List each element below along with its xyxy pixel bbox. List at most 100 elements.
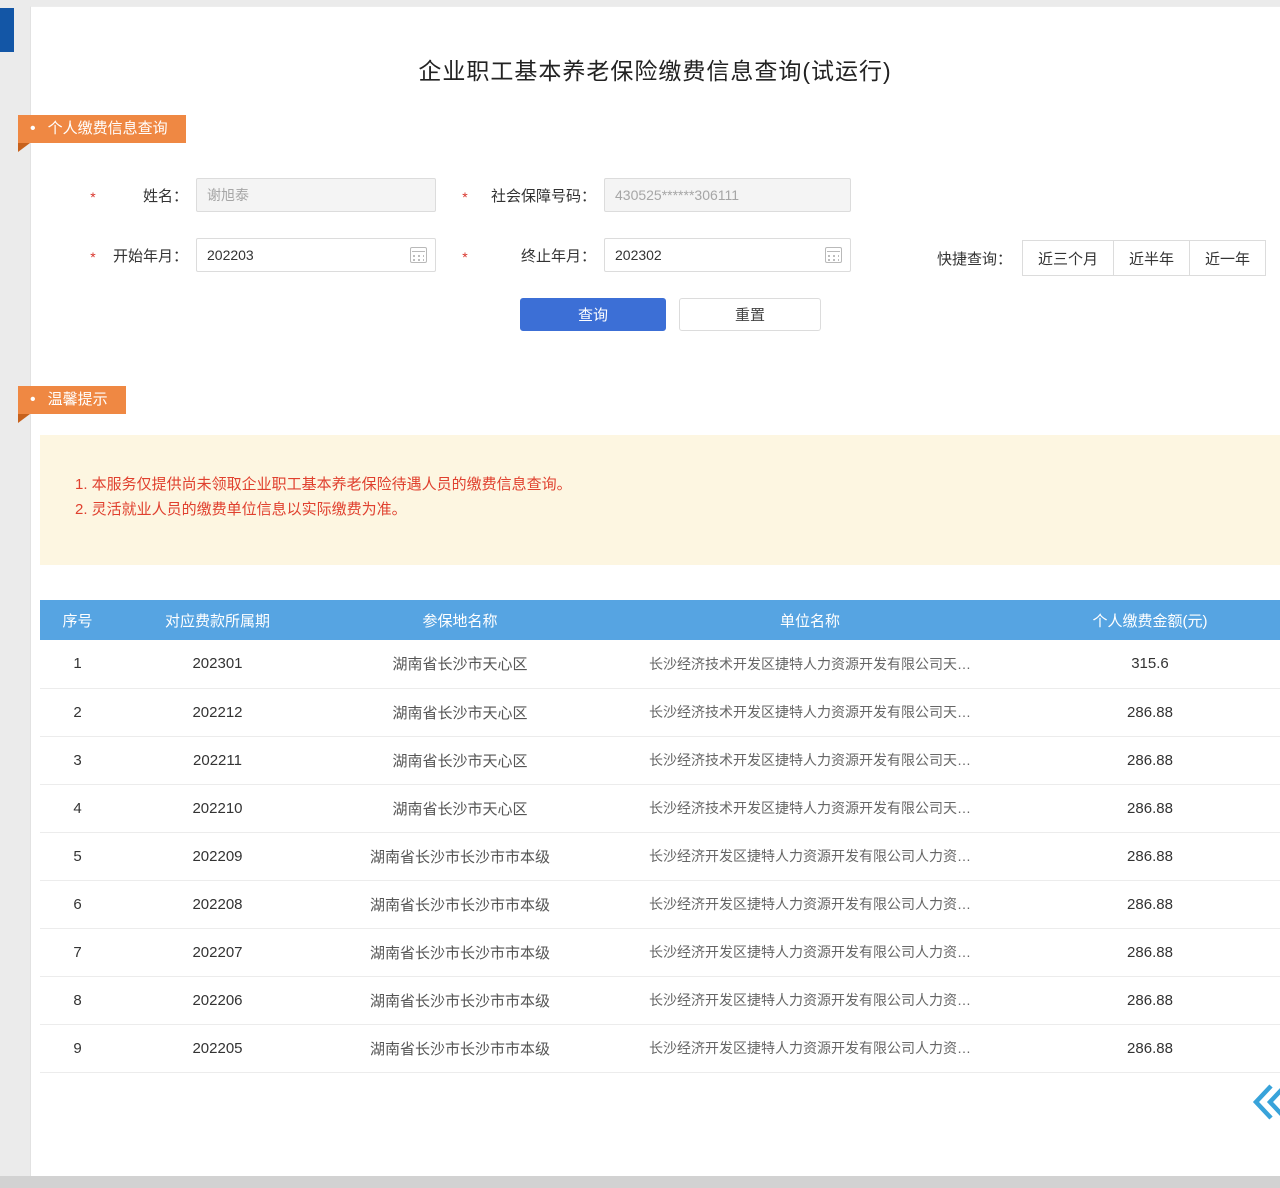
cell-seq: 2	[40, 688, 115, 736]
cell-seq: 3	[40, 736, 115, 784]
ssn-input	[604, 178, 851, 212]
cell-period: 202206	[115, 976, 320, 1024]
table-row: 8 202206 湖南省长沙市长沙市市本级 长沙经济开发区捷特人力资源开发有限公…	[40, 976, 1280, 1024]
table-row: 1 202301 湖南省长沙市天心区 长沙经济技术开发区捷特人力资源开发有限公司…	[40, 640, 1280, 688]
cell-seq: 4	[40, 784, 115, 832]
cell-seq: 8	[40, 976, 115, 1024]
cell-seq: 6	[40, 880, 115, 928]
table-row: 2 202212 湖南省长沙市天心区 长沙经济技术开发区捷特人力资源开发有限公司…	[40, 688, 1280, 736]
bullet-icon: •	[30, 386, 36, 414]
start-month-label: 开始年月：	[100, 245, 196, 266]
cell-amount: 286.88	[1020, 976, 1280, 1024]
ribbon-fold	[18, 143, 30, 152]
header-period: 对应费款所属期	[115, 600, 320, 640]
cell-amount: 286.88	[1020, 736, 1280, 784]
header-company: 单位名称	[600, 600, 1020, 640]
cell-amount: 286.88	[1020, 688, 1280, 736]
query-button[interactable]: 查询	[520, 298, 666, 331]
ribbon-fold	[18, 414, 30, 423]
header-area: 参保地名称	[320, 600, 600, 640]
end-month-label: 终止年月：	[472, 245, 604, 266]
cell-company: 长沙经济开发区捷特人力资源开发有限公司人力资…	[600, 1024, 1020, 1072]
cell-seq: 7	[40, 928, 115, 976]
cell-area: 湖南省长沙市天心区	[320, 784, 600, 832]
cell-amount: 315.6	[1020, 640, 1280, 688]
sidebar-collapsed-tab[interactable]	[0, 8, 14, 52]
cell-area: 湖南省长沙市长沙市市本级	[320, 832, 600, 880]
cell-seq: 1	[40, 640, 115, 688]
required-marker: *	[86, 189, 100, 205]
cell-period: 202208	[115, 880, 320, 928]
section-badge-personal-query: • 个人缴费信息查询	[18, 115, 186, 143]
name-field-group: * 姓名：	[86, 178, 436, 212]
calendar-icon[interactable]	[825, 247, 842, 263]
tips-line-1: 1. 本服务仅提供尚未领取企业职工基本养老保险待遇人员的缴费信息查询。	[75, 472, 1260, 497]
table-row: 7 202207 湖南省长沙市长沙市市本级 长沙经济开发区捷特人力资源开发有限公…	[40, 928, 1280, 976]
bottom-band	[0, 1176, 1280, 1188]
end-month-field-group: * 终止年月：	[458, 238, 851, 272]
cell-amount: 286.88	[1020, 832, 1280, 880]
results-table-wrapper: 序号 对应费款所属期 参保地名称 单位名称 个人缴费金额(元) 1 202301…	[40, 600, 1280, 1073]
tips-box: 1. 本服务仅提供尚未领取企业职工基本养老保险待遇人员的缴费信息查询。 2. 灵…	[40, 435, 1280, 565]
cell-company: 长沙经济开发区捷特人力资源开发有限公司人力资…	[600, 832, 1020, 880]
calendar-icon[interactable]	[410, 247, 427, 263]
form-actions: 查询 重置	[520, 298, 821, 331]
cell-period: 202207	[115, 928, 320, 976]
section-badge-label: 温馨提示	[48, 386, 108, 414]
collapse-chevron-icon[interactable]	[1251, 1082, 1280, 1122]
section-badge-label: 个人缴费信息查询	[48, 115, 168, 143]
cell-company: 长沙经济技术开发区捷特人力资源开发有限公司天…	[600, 736, 1020, 784]
name-input	[196, 178, 436, 212]
bullet-icon: •	[30, 115, 36, 143]
section-badge-tips: • 温馨提示	[18, 386, 126, 414]
cell-company: 长沙经济开发区捷特人力资源开发有限公司人力资…	[600, 880, 1020, 928]
quick-last-year-button[interactable]: 近一年	[1189, 240, 1266, 276]
tips-line-2: 2. 灵活就业人员的缴费单位信息以实际缴费为准。	[75, 497, 1260, 522]
cell-area: 湖南省长沙市天心区	[320, 736, 600, 784]
cell-period: 202205	[115, 1024, 320, 1072]
table-row: 3 202211 湖南省长沙市天心区 长沙经济技术开发区捷特人力资源开发有限公司…	[40, 736, 1280, 784]
quick-last-half-year-button[interactable]: 近半年	[1113, 240, 1190, 276]
cell-period: 202301	[115, 640, 320, 688]
header-amount: 个人缴费金额(元)	[1020, 600, 1280, 640]
table-row: 6 202208 湖南省长沙市长沙市市本级 长沙经济开发区捷特人力资源开发有限公…	[40, 880, 1280, 928]
table-header-row: 序号 对应费款所属期 参保地名称 单位名称 个人缴费金额(元)	[40, 600, 1280, 640]
cell-area: 湖南省长沙市长沙市市本级	[320, 880, 600, 928]
cell-area: 湖南省长沙市长沙市市本级	[320, 928, 600, 976]
reset-button[interactable]: 重置	[679, 298, 821, 331]
cell-amount: 286.88	[1020, 784, 1280, 832]
cell-period: 202210	[115, 784, 320, 832]
cell-period: 202212	[115, 688, 320, 736]
start-month-field-group: * 开始年月：	[86, 238, 436, 272]
ssn-field-group: * 社会保障号码：	[458, 178, 851, 212]
cell-company: 长沙经济技术开发区捷特人力资源开发有限公司天…	[600, 688, 1020, 736]
cell-company: 长沙经济技术开发区捷特人力资源开发有限公司天…	[600, 784, 1020, 832]
cell-area: 湖南省长沙市长沙市市本级	[320, 976, 600, 1024]
cell-company: 长沙经济技术开发区捷特人力资源开发有限公司天…	[600, 640, 1020, 688]
cell-period: 202211	[115, 736, 320, 784]
results-table: 序号 对应费款所属期 参保地名称 单位名称 个人缴费金额(元) 1 202301…	[40, 600, 1280, 1073]
required-marker: *	[86, 249, 100, 265]
quick-query-group: 快捷查询： 近三个月 近半年 近一年	[937, 240, 1266, 276]
cell-amount: 286.88	[1020, 928, 1280, 976]
cell-company: 长沙经济开发区捷特人力资源开发有限公司人力资…	[600, 928, 1020, 976]
table-row: 4 202210 湖南省长沙市天心区 长沙经济技术开发区捷特人力资源开发有限公司…	[40, 784, 1280, 832]
cell-company: 长沙经济开发区捷特人力资源开发有限公司人力资…	[600, 976, 1020, 1024]
required-marker: *	[458, 189, 472, 205]
table-row: 5 202209 湖南省长沙市长沙市市本级 长沙经济开发区捷特人力资源开发有限公…	[40, 832, 1280, 880]
page-title: 企业职工基本养老保险缴费信息查询(试运行)	[30, 52, 1280, 86]
quick-query-label: 快捷查询：	[937, 248, 1012, 269]
start-month-input[interactable]	[196, 238, 436, 272]
ssn-label: 社会保障号码：	[472, 185, 604, 206]
cell-area: 湖南省长沙市天心区	[320, 640, 600, 688]
cell-seq: 9	[40, 1024, 115, 1072]
quick-last-3-months-button[interactable]: 近三个月	[1022, 240, 1114, 276]
cell-period: 202209	[115, 832, 320, 880]
required-marker: *	[458, 249, 472, 265]
name-label: 姓名：	[100, 185, 196, 206]
table-row: 9 202205 湖南省长沙市长沙市市本级 长沙经济开发区捷特人力资源开发有限公…	[40, 1024, 1280, 1072]
end-month-input[interactable]	[604, 238, 851, 272]
cell-amount: 286.88	[1020, 1024, 1280, 1072]
cell-area: 湖南省长沙市天心区	[320, 688, 600, 736]
header-seq: 序号	[40, 600, 115, 640]
